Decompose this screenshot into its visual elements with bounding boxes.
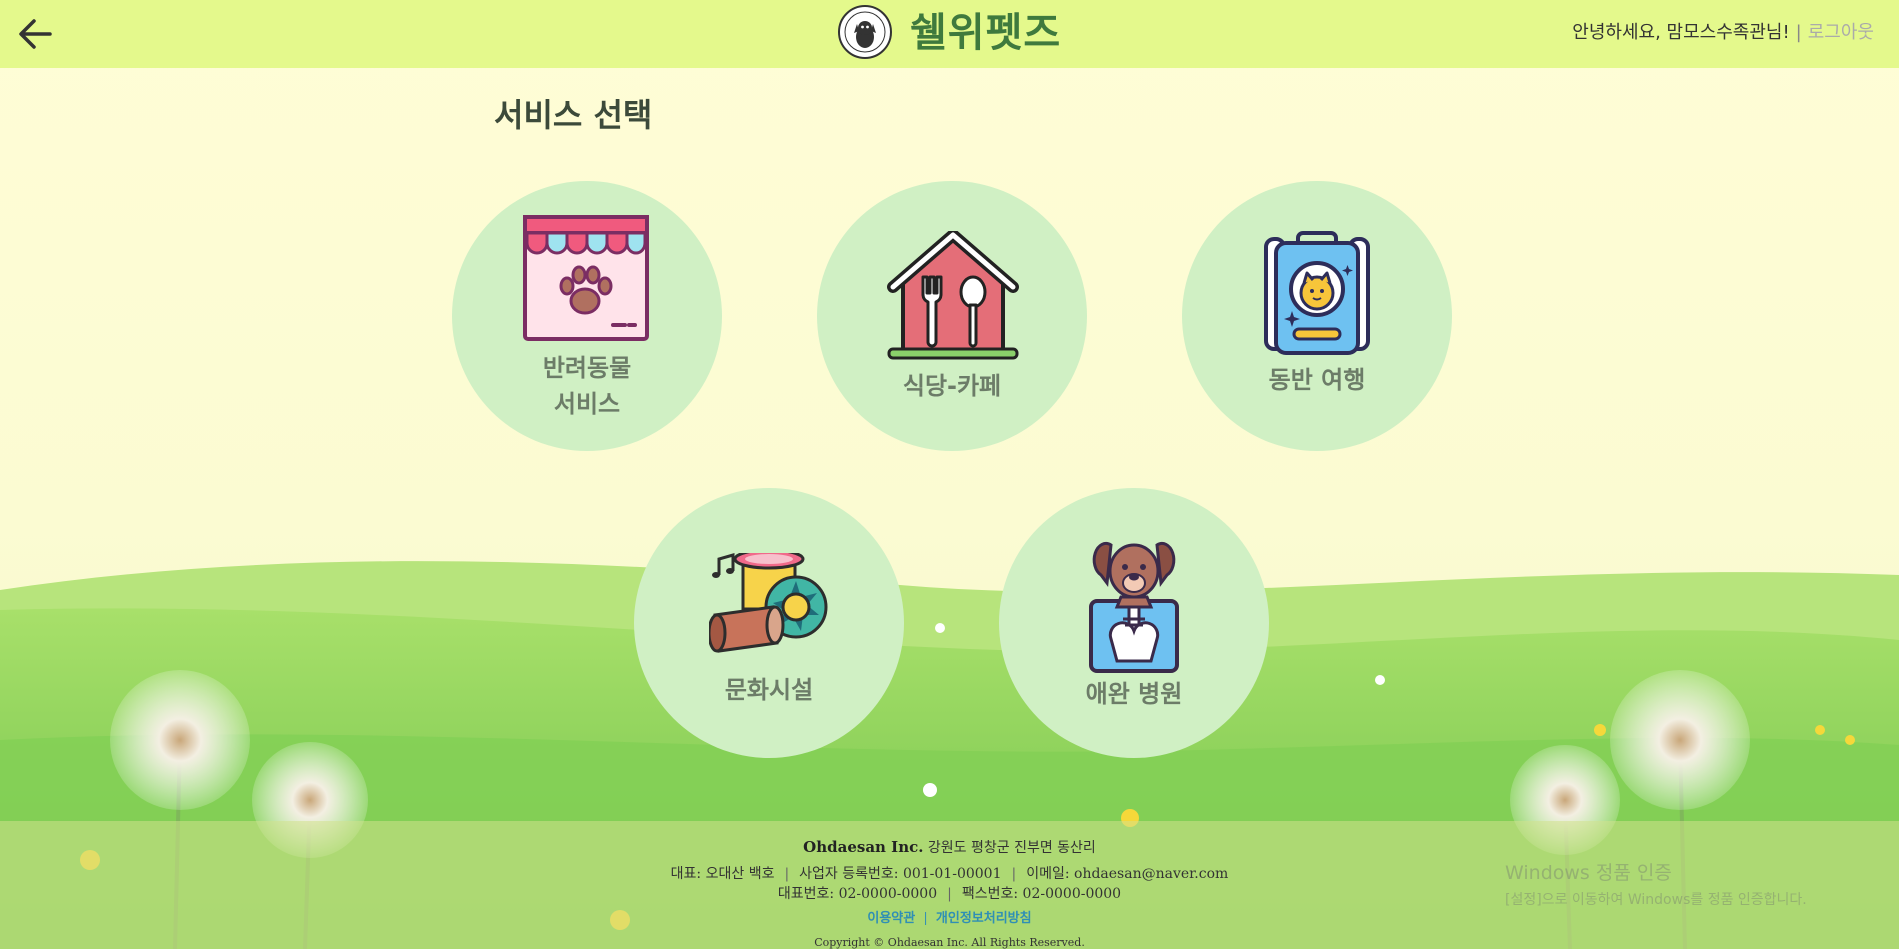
footer-ceo: 대표: 오대산 백호 (670, 866, 775, 882)
service-restaurant-cafe[interactable]: 식당-카페 (817, 181, 1087, 451)
culture-drum-icon (707, 548, 833, 657)
footer-company-line: Ohdaesan Inc. 강원도 평창군 진부면 동산리 (0, 837, 1899, 857)
pet-carrier-icon (1262, 231, 1372, 359)
pet-shop-icon (521, 213, 651, 347)
brand-name[interactable]: 쉘위펫즈 (910, 8, 1061, 58)
footer-phone: 대표번호: 02-0000-0000 (777, 886, 938, 902)
watermark-title: Windows 정품 인증 (1505, 862, 1672, 884)
service-label: 동반 여행 (1268, 366, 1366, 394)
top-header: 쉘위펫즈 안녕하세요, 맘모스수족관님! | 로그아웃 (0, 0, 1899, 68)
privacy-policy-link[interactable]: 개인정보처리방침 (936, 911, 1032, 926)
service-label: 문화시설 (724, 676, 814, 704)
footer-address: 강원도 평창군 진부면 동산리 (927, 840, 1096, 856)
logout-link[interactable]: 로그아웃 (1808, 22, 1874, 43)
windows-activation-watermark: Windows 정품 인증 [설정]으로 이동하여 Windows를 정품 인증… (1505, 858, 1807, 909)
back-arrow-icon[interactable] (14, 14, 56, 54)
user-menu: 안녕하세요, 맘모스수족관님! | 로그아웃 (1572, 20, 1874, 46)
service-culture[interactable]: 문화시설 (634, 488, 904, 758)
vet-xray-icon (1087, 539, 1181, 679)
watermark-subtitle: [설정]으로 이동하여 Windows를 정품 인증합니다. (1505, 892, 1807, 908)
greeting-text: 안녕하세요, 맘모스수족관님! (1572, 22, 1790, 43)
footer-company: Ohdaesan Inc. (803, 838, 924, 856)
brand-logo[interactable] (837, 4, 893, 60)
meadow-background (0, 0, 1899, 949)
service-label: 애완 병원 (1085, 680, 1183, 708)
restaurant-icon (887, 229, 1019, 365)
footer-link-separator: | (923, 911, 928, 926)
footer-biz-no: 사업자 등록번호: 001-01-00001 (799, 866, 1002, 882)
terms-link[interactable]: 이용약관 (867, 911, 915, 926)
service-pet-services[interactable]: 반려동물 서비스 (452, 181, 722, 451)
service-label: 반려동물 서비스 (542, 354, 632, 418)
service-pet-travel[interactable]: 동반 여행 (1182, 181, 1452, 451)
service-vet-hospital[interactable]: 애완 병원 (999, 488, 1269, 758)
header-separator: | (1795, 22, 1802, 43)
footer-fax: 팩스번호: 02-0000-0000 (961, 886, 1122, 902)
page-title: 서비스 선택 (494, 96, 653, 134)
footer-copyright: Copyright © Ohdaesan Inc. All Rights Res… (814, 936, 1085, 949)
footer-email: 이메일: ohdaesan@naver.com (1026, 866, 1229, 882)
footer-links: 이용약관 | 개인정보처리방침 (0, 907, 1899, 926)
service-label: 식당-카페 (902, 372, 1002, 400)
